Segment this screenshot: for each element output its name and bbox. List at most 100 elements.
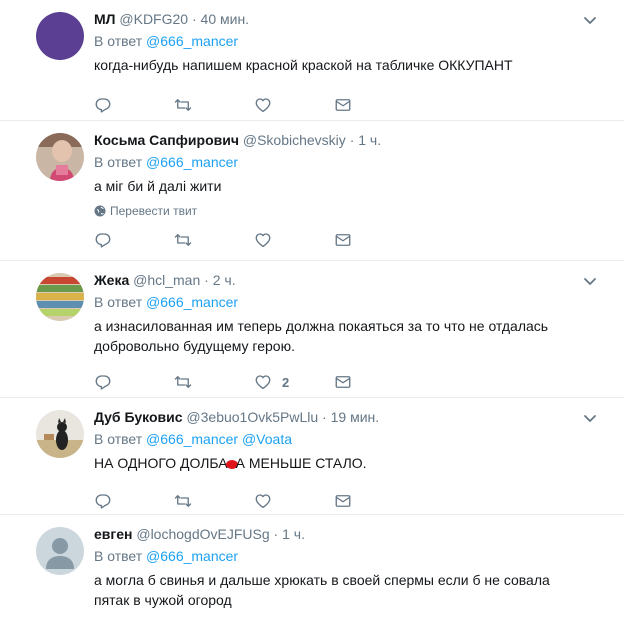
- reply-prefix: В ответ: [94, 33, 143, 49]
- direct-message-button[interactable]: [334, 373, 414, 391]
- tweet[interactable]: Дуб Буковиc @3ebuo1Ovk5PwLlu · 19 мин. В…: [0, 398, 624, 515]
- heart-icon: [254, 492, 272, 510]
- heart-icon: [254, 96, 272, 114]
- heart-icon: [254, 373, 272, 391]
- author-handle[interactable]: @lochogdOvEJFUSg: [136, 526, 269, 542]
- reply-button[interactable]: [94, 373, 174, 391]
- reply-context: В ответ @666_mancer: [94, 31, 584, 51]
- direct-message-button[interactable]: [334, 96, 414, 114]
- reply-icon: [94, 231, 112, 249]
- tweet[interactable]: евген @lochogdOvEJFUSg · 1 ч. В ответ @6…: [0, 515, 624, 621]
- like-count: 2: [282, 374, 290, 390]
- author-handle[interactable]: @3ebuo1Ovk5PwLlu: [186, 409, 318, 425]
- author-name[interactable]: Дуб Буковиc: [94, 409, 183, 425]
- timestamp[interactable]: 19 мин.: [331, 409, 380, 425]
- dm-icon: [334, 492, 352, 510]
- reply-mention[interactable]: @666_mancer: [146, 33, 238, 49]
- author-name[interactable]: МЛ: [94, 11, 116, 27]
- reply-context: В ответ @666_mancer: [94, 152, 584, 172]
- tweet[interactable]: Жека @hcl_man · 2 ч. В ответ @666_mancer…: [0, 261, 624, 398]
- replies-timeline: МЛ @KDFG20 · 40 мин. В ответ @666_mancer…: [0, 0, 624, 621]
- tweet-text: когда-нибудь напишем красной краской на …: [94, 57, 513, 73]
- dm-icon: [334, 231, 352, 249]
- timestamp[interactable]: 40 мин.: [201, 11, 250, 27]
- like-button[interactable]: 2: [254, 373, 334, 391]
- reply-mention[interactable]: @666_mancer: [146, 154, 238, 170]
- reply-context: В ответ @666_mancer: [94, 292, 584, 312]
- reply-prefix: В ответ: [94, 294, 143, 310]
- like-button[interactable]: [254, 231, 334, 249]
- dm-icon: [334, 373, 352, 391]
- reply-prefix: В ответ: [94, 431, 143, 447]
- chevron-down-icon[interactable]: [582, 12, 598, 28]
- globe-icon: [94, 205, 106, 217]
- tweet[interactable]: Косьма Сапфирович @Skobichevskiy · 1 ч. …: [0, 121, 624, 261]
- retweet-button[interactable]: [174, 96, 254, 114]
- retweet-button[interactable]: [174, 373, 254, 391]
- reply-button[interactable]: [94, 492, 174, 510]
- chevron-down-icon[interactable]: [582, 273, 598, 289]
- tweet-header: Жека @hcl_man · 2 ч.: [94, 271, 584, 290]
- author-handle[interactable]: @hcl_man: [133, 272, 200, 288]
- avatar[interactable]: [36, 410, 84, 458]
- reply-mention[interactable]: @Voata: [242, 431, 292, 447]
- tweet-text: а изнасилованная им теперь должна покаят…: [94, 318, 549, 354]
- avatar[interactable]: [36, 12, 84, 60]
- tweet-header: МЛ @KDFG20 · 40 мин.: [94, 10, 584, 29]
- reply-context: В ответ @666_mancer: [94, 546, 584, 566]
- reply-prefix: В ответ: [94, 154, 143, 170]
- tweet-header: евген @lochogdOvEJFUSg · 1 ч.: [94, 525, 584, 544]
- reply-icon: [94, 96, 112, 114]
- avatar[interactable]: [36, 133, 84, 181]
- retweet-icon: [174, 231, 192, 249]
- translate-tweet-link[interactable]: Перевести твит: [94, 204, 584, 218]
- retweet-button[interactable]: [174, 231, 254, 249]
- separator-dot: ·: [191, 11, 197, 27]
- author-name[interactable]: Жека: [94, 272, 129, 288]
- reply-icon: [94, 373, 112, 391]
- separator-dot: ·: [273, 526, 279, 542]
- author-handle[interactable]: @Skobichevskiy: [243, 132, 346, 148]
- author-name[interactable]: евген: [94, 526, 132, 542]
- separator-dot: ·: [204, 272, 209, 288]
- timestamp[interactable]: 2 ч.: [213, 272, 236, 288]
- heart-icon: [254, 231, 272, 249]
- separator-dot: ·: [322, 409, 327, 425]
- tweet-text: НА ОДНОГО ДОЛБА А МЕНЬШЕ СТАЛО.: [94, 453, 584, 473]
- chevron-down-icon[interactable]: [582, 410, 598, 426]
- reply-mention[interactable]: @666_mancer: [146, 431, 238, 447]
- reply-mention[interactable]: @666_mancer: [146, 548, 238, 564]
- separator-dot: ·: [349, 132, 355, 148]
- direct-message-button[interactable]: [334, 492, 414, 510]
- tweet-actions: [94, 220, 584, 260]
- translate-label: Перевести твит: [110, 204, 198, 218]
- like-button[interactable]: [254, 96, 334, 114]
- tweet-text-part: НА ОДНОГО ДОЛБА: [94, 455, 228, 471]
- like-button[interactable]: [254, 492, 334, 510]
- reply-mention[interactable]: @666_mancer: [146, 294, 238, 310]
- author-handle[interactable]: @KDFG20: [119, 11, 188, 27]
- tweet[interactable]: МЛ @KDFG20 · 40 мин. В ответ @666_mancer…: [0, 0, 624, 121]
- tweet-header: Дуб Буковиc @3ebuo1Ovk5PwLlu · 19 мин.: [94, 408, 584, 427]
- author-name[interactable]: Косьма Сапфирович: [94, 132, 239, 148]
- reply-prefix: В ответ: [94, 548, 143, 564]
- retweet-icon: [174, 373, 192, 391]
- retweet-icon: [174, 96, 192, 114]
- reply-button[interactable]: [94, 96, 174, 114]
- tweet-actions: [94, 85, 584, 125]
- retweet-button[interactable]: [174, 492, 254, 510]
- tweet-text: а могла б свинья и дальше хрюкать в свое…: [94, 572, 550, 608]
- direct-message-button[interactable]: [334, 231, 414, 249]
- retweet-icon: [174, 492, 192, 510]
- reply-context: В ответ @666_mancer @Voata: [94, 429, 584, 449]
- avatar[interactable]: [36, 527, 84, 575]
- avatar[interactable]: [36, 273, 84, 321]
- timestamp[interactable]: 1 ч.: [282, 526, 305, 542]
- tweet-text-part: А МЕНЬШЕ СТАЛО.: [235, 455, 367, 471]
- reply-button[interactable]: [94, 231, 174, 249]
- timestamp[interactable]: 1 ч.: [358, 132, 381, 148]
- tweet-text: а міг би й далі жити: [94, 178, 222, 194]
- tweet-actions: 2: [94, 362, 584, 402]
- tweet-header: Косьма Сапфирович @Skobichevskiy · 1 ч.: [94, 131, 584, 150]
- dm-icon: [334, 96, 352, 114]
